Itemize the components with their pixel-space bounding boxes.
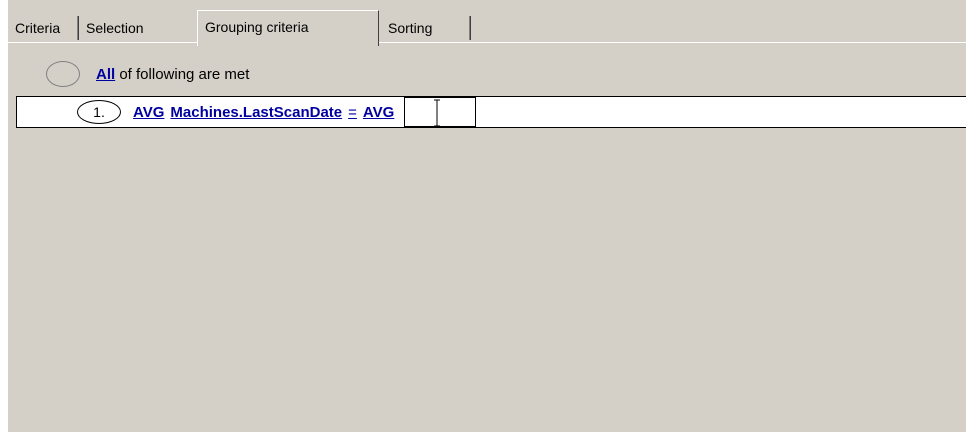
text-cursor-icon [434, 99, 441, 127]
query-window: Criteria Selection Grouping criteria Sor… [0, 0, 966, 432]
criterion-number: 1. [93, 104, 105, 120]
field-link[interactable]: Machines.LastScanDate [170, 104, 342, 121]
value-input[interactable] [404, 97, 477, 127]
group-condition-row: All of following are met [46, 60, 249, 88]
tab-sorting[interactable]: Sorting [381, 14, 471, 42]
tab-selection[interactable]: Selection [79, 14, 199, 42]
group-toggle-oval[interactable] [46, 61, 80, 87]
tab-baseline [8, 42, 966, 43]
left-aggregate-link[interactable]: AVG [133, 104, 164, 121]
tab-grouping-criteria[interactable]: Grouping criteria [197, 10, 379, 46]
tab-separator [469, 16, 471, 40]
right-aggregate-link[interactable]: AVG [363, 104, 394, 121]
tab-criteria[interactable]: Criteria [8, 14, 79, 42]
group-condition-text: of following are met [115, 65, 250, 83]
quantifier-link[interactable]: All [96, 66, 115, 83]
tab-grouping-criteria-label: Grouping criteria [205, 19, 309, 35]
tab-selection-label: Selection [86, 20, 144, 36]
operator-link[interactable]: = [348, 104, 357, 121]
criterion-row[interactable]: 1. AVG Machines.LastScanDate = AVG [16, 96, 966, 128]
tab-sorting-label: Sorting [388, 20, 433, 36]
criterion-number-badge[interactable]: 1. [77, 100, 121, 124]
tab-criteria-label: Criteria [15, 20, 61, 36]
tab-strip: Criteria Selection Grouping criteria Sor… [8, 8, 966, 46]
